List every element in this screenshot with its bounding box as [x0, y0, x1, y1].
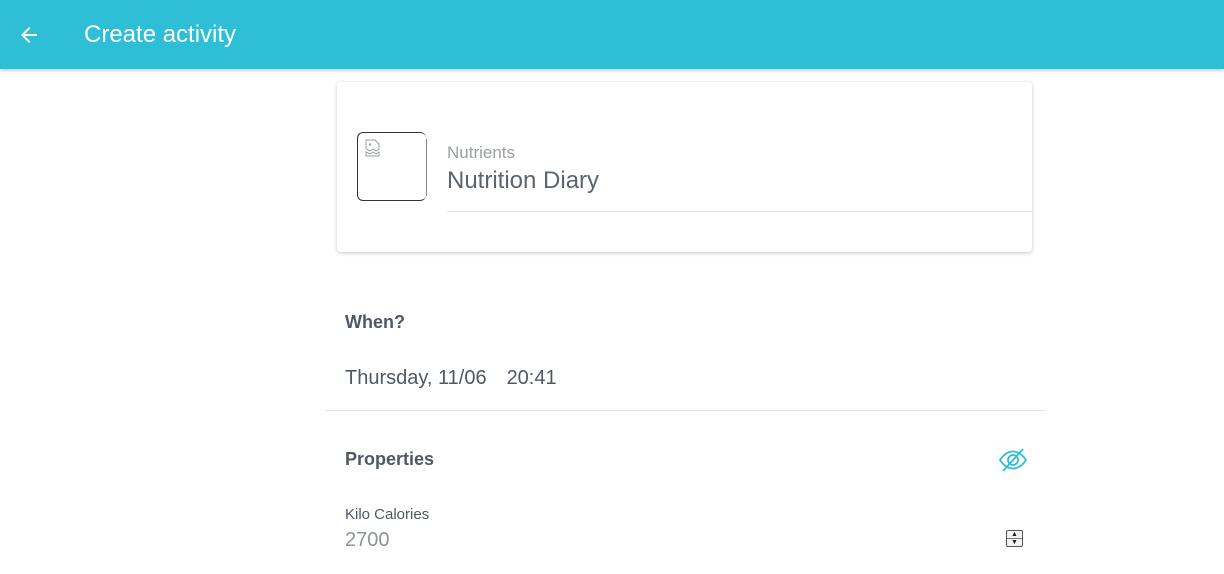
kilo-calories-stepper[interactable]: ▲ ▼ — [1006, 530, 1023, 547]
kilo-calories-input[interactable] — [345, 526, 1035, 554]
stepper-up-icon[interactable]: ▲ — [1007, 531, 1022, 538]
eye-off-icon — [998, 448, 1028, 472]
stepper-down-icon[interactable]: ▼ — [1007, 538, 1022, 546]
section-divider — [325, 410, 1045, 411]
activity-card[interactable]: Nutrients Nutrition Diary — [337, 82, 1032, 252]
activity-thumbnail — [357, 132, 427, 201]
date-picker[interactable]: Thursday, 11/06 — [345, 367, 487, 390]
properties-heading: Properties — [345, 449, 435, 469]
kilo-calories-label: Kilo Calories — [345, 506, 430, 523]
arrow-left-icon — [21, 27, 37, 43]
when-heading: When? — [345, 312, 405, 332]
activity-title: Nutrition Diary — [447, 167, 600, 194]
toggle-visibility-button[interactable] — [996, 446, 1030, 474]
back-button[interactable] — [14, 20, 44, 50]
time-picker[interactable]: 20:41 — [507, 367, 557, 390]
broken-image-icon — [365, 139, 380, 157]
page-title: Create activity — [84, 21, 237, 48]
card-divider — [447, 211, 1032, 212]
app-bar: Create activity — [0, 0, 1224, 69]
when-row: Thursday, 11/06 20:41 — [345, 367, 557, 390]
activity-category: Nutrients — [447, 143, 516, 162]
